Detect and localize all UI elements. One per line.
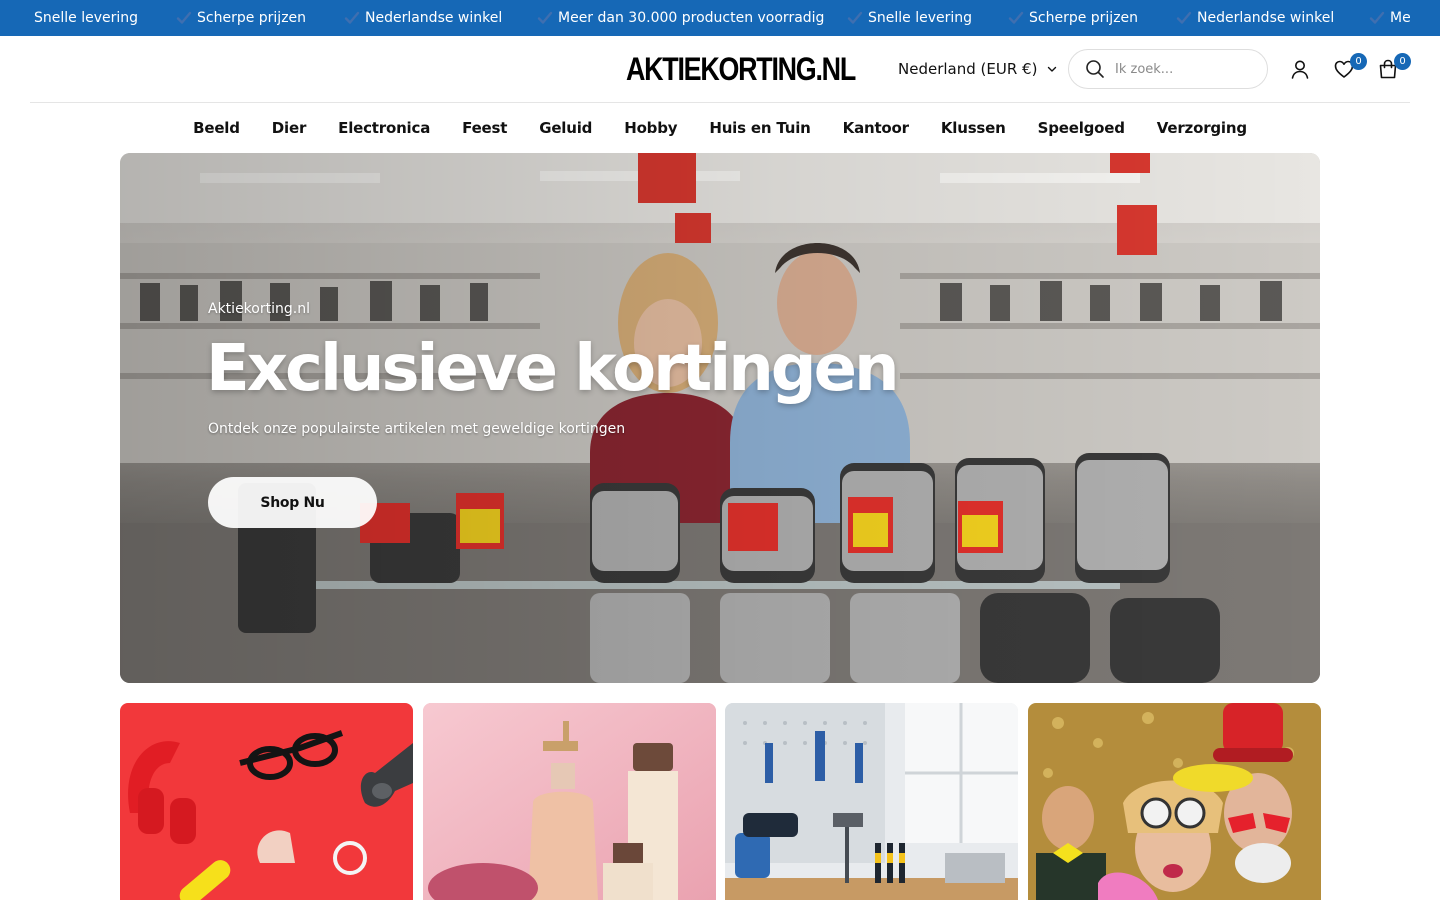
country-currency-selector[interactable]: Nederland (EUR €) (898, 58, 1057, 80)
wishlist-count-badge: 0 (1350, 53, 1367, 70)
category-image-personal-care (423, 703, 716, 900)
site-header: AKTIEKORTING.NL Nederland (EUR €) 0 0 (30, 36, 1411, 103)
announcement-text: Nederlandse winkel (365, 10, 503, 26)
site-logo[interactable]: AKTIEKORTING.NL (626, 52, 856, 86)
checkmark-icon (537, 11, 553, 24)
announcement-item: Snelle levering (34, 0, 138, 36)
announcement-text: Me (1390, 10, 1411, 26)
wishlist-button[interactable]: 0 (1333, 53, 1367, 80)
nav-item-kantoor[interactable]: Kantoor (827, 119, 925, 137)
nav-item-electronica[interactable]: Electronica (322, 119, 446, 137)
chevron-down-icon (1048, 66, 1057, 72)
nav-item-hobby[interactable]: Hobby (608, 119, 693, 137)
search-input[interactable] (1115, 61, 1255, 77)
nav-item-speelgoed[interactable]: Speelgoed (1022, 119, 1141, 137)
announcement-item: Nederlandse winkel (344, 0, 502, 36)
category-image-tools (725, 703, 1018, 900)
category-tile-party[interactable] (1028, 703, 1321, 900)
category-image-party (1028, 703, 1321, 900)
category-tile-tools[interactable] (725, 703, 1018, 900)
announcement-bar: Snelle levering Scherpe prijzen Nederlands… (0, 0, 1440, 36)
announcement-item: Snelle levering (847, 0, 972, 36)
checkmark-icon (1008, 11, 1024, 24)
user-icon (1291, 60, 1309, 79)
announcement-text: Snelle levering (868, 10, 973, 26)
checkmark-icon (176, 11, 192, 24)
shop-now-button[interactable]: Shop Nu (208, 477, 377, 528)
announcement-item: Nederlandse winkel (1176, 0, 1334, 36)
hero-overlay (120, 153, 1320, 683)
cart-button[interactable]: 0 (1377, 53, 1411, 80)
announcement-text: Meer dan 30.000 producten voorradig (558, 10, 825, 26)
nav-item-beeld[interactable]: Beeld (177, 119, 256, 137)
nav-item-verzorging[interactable]: Verzorging (1141, 119, 1263, 137)
announcement-item: Meer dan 30.000 producten voorradig (537, 0, 824, 36)
nav-item-feest[interactable]: Feest (446, 119, 523, 137)
country-currency-label: Nederland (EUR €) (898, 60, 1038, 78)
announcement-text: Snelle levering (34, 10, 139, 26)
nav-item-dier[interactable]: Dier (256, 119, 322, 137)
announcement-text: Nederlandse winkel (1197, 10, 1335, 26)
hero-banner: Aktiekorting.nl Exclusieve kortingen Ont… (120, 153, 1320, 683)
search-box[interactable] (1068, 49, 1268, 89)
nav-item-geluid[interactable]: Geluid (523, 119, 608, 137)
cart-count-badge: 0 (1394, 53, 1411, 70)
checkmark-icon (344, 11, 360, 24)
category-tile-electronics[interactable] (120, 703, 413, 900)
nav-item-klussen[interactable]: Klussen (925, 119, 1022, 137)
nav-item-huis-en-tuin[interactable]: Huis en Tuin (693, 119, 826, 137)
hero-subtitle: Aktiekorting.nl (208, 301, 310, 317)
main-navigation: Beeld Dier Electronica Feest Geluid Hobby Huis… (0, 103, 1440, 153)
announcement-text: Scherpe prijzen (197, 10, 307, 26)
checkmark-icon (1176, 11, 1192, 24)
announcement-item: Scherpe prijzen (176, 0, 306, 36)
hero-description: Ontdek onze populairste artikelen met ge… (208, 421, 626, 437)
account-button[interactable] (1289, 58, 1311, 80)
announcement-item: Scherpe prijzen (1008, 0, 1138, 36)
search-icon (1086, 60, 1104, 78)
category-tile-personal-care[interactable] (423, 703, 716, 900)
announcement-item: Me (1369, 0, 1411, 36)
announcement-text: Scherpe prijzen (1029, 10, 1139, 26)
checkmark-icon (1369, 11, 1385, 24)
category-image-electronics (120, 703, 413, 900)
checkmark-icon (847, 11, 863, 24)
hero-title: Exclusieve kortingen (206, 332, 900, 406)
